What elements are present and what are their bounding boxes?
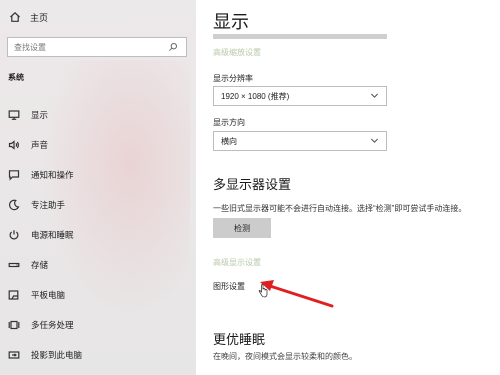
sidebar-item-multitasking[interactable]: 多任务处理 (0, 310, 196, 340)
search-box[interactable] (7, 37, 187, 57)
sleep-description: 在晚间，夜间模式会显示较柔和的颜色。 (213, 352, 357, 361)
home-icon (8, 10, 22, 24)
sidebar-item-project-to-pc[interactable]: 投影到此电脑 (0, 340, 196, 370)
sidebar-item-label: 投影到此电脑 (31, 350, 83, 360)
sidebar-item-sound[interactable]: 声音 (0, 130, 196, 160)
advanced-scaling-link[interactable]: 高级缩放设置 (213, 47, 261, 58)
orientation-value: 横向 (221, 136, 237, 146)
projector-icon (7, 348, 21, 362)
page-title: 显示 (213, 12, 249, 32)
resolution-value: 1920 × 1080 (推荐) (221, 91, 290, 101)
section-title: 系统 (8, 73, 24, 82)
speaker-icon (7, 138, 21, 152)
hand-cursor-icon (258, 284, 268, 298)
graphics-settings-link[interactable]: 图形设置 (213, 281, 245, 292)
sleep-heading: 更优睡眠 (213, 332, 266, 347)
sidebar-item-label: 显示 (31, 110, 49, 120)
sidebar-item-focus-assist[interactable]: 专注助手 (0, 190, 196, 220)
sidebar-item-label: 专注助手 (31, 200, 66, 210)
multi-display-description: 一些旧式显示器可能不会进行自动连接。选择“检测”即可尝试手动连接。 (213, 204, 467, 213)
multitask-icon (7, 318, 21, 332)
notification-icon (7, 168, 21, 182)
advanced-display-link[interactable]: 高级显示设置 (213, 257, 261, 268)
orientation-label: 显示方向 (213, 118, 245, 127)
settings-sidebar: 主页 系统 显示 声音 通知和操作 (0, 0, 196, 375)
search-input[interactable] (14, 42, 166, 52)
sidebar-item-label: 电源和睡眠 (31, 230, 74, 240)
sidebar-item-label: 通知和操作 (31, 170, 74, 180)
home-label: 主页 (30, 12, 49, 23)
monitor-icon (7, 108, 21, 122)
sidebar-item-label: 多任务处理 (31, 320, 74, 330)
power-icon (7, 228, 21, 242)
sidebar-item-storage[interactable]: 存储 (0, 250, 196, 280)
sidebar-item-power-sleep[interactable]: 电源和睡眠 (0, 220, 196, 250)
resolution-label: 显示分辨率 (213, 74, 253, 83)
home-nav-item[interactable]: 主页 (8, 10, 48, 24)
moon-icon (7, 198, 21, 212)
search-icon[interactable] (166, 40, 180, 54)
chevron-down-icon (370, 136, 379, 147)
sidebar-item-label: 平板电脑 (31, 290, 66, 300)
sidebar-item-tablet[interactable]: 平板电脑 (0, 280, 196, 310)
multi-display-heading: 多显示器设置 (213, 177, 292, 192)
identify-strip (213, 34, 387, 39)
sidebar-item-label: 存储 (31, 260, 49, 270)
orientation-dropdown[interactable]: 横向 (213, 131, 387, 151)
sidebar-item-label: 声音 (31, 140, 49, 150)
resolution-dropdown[interactable]: 1920 × 1080 (推荐) (213, 86, 387, 106)
storage-icon (7, 258, 21, 272)
sidebar-item-display[interactable]: 显示 (0, 100, 196, 130)
sidebar-nav: 显示 声音 通知和操作 专注助手 电源和睡眠 存储 平板电脑 多任务处理 投影到… (0, 100, 196, 370)
detect-button[interactable]: 检测 (213, 218, 271, 238)
display-settings-panel: 显示 高级缩放设置 显示分辨率 1920 × 1080 (推荐) 显示方向 横向… (196, 0, 500, 375)
chevron-down-icon (370, 91, 379, 102)
sidebar-item-notifications[interactable]: 通知和操作 (0, 160, 196, 190)
tablet-icon (7, 288, 21, 302)
